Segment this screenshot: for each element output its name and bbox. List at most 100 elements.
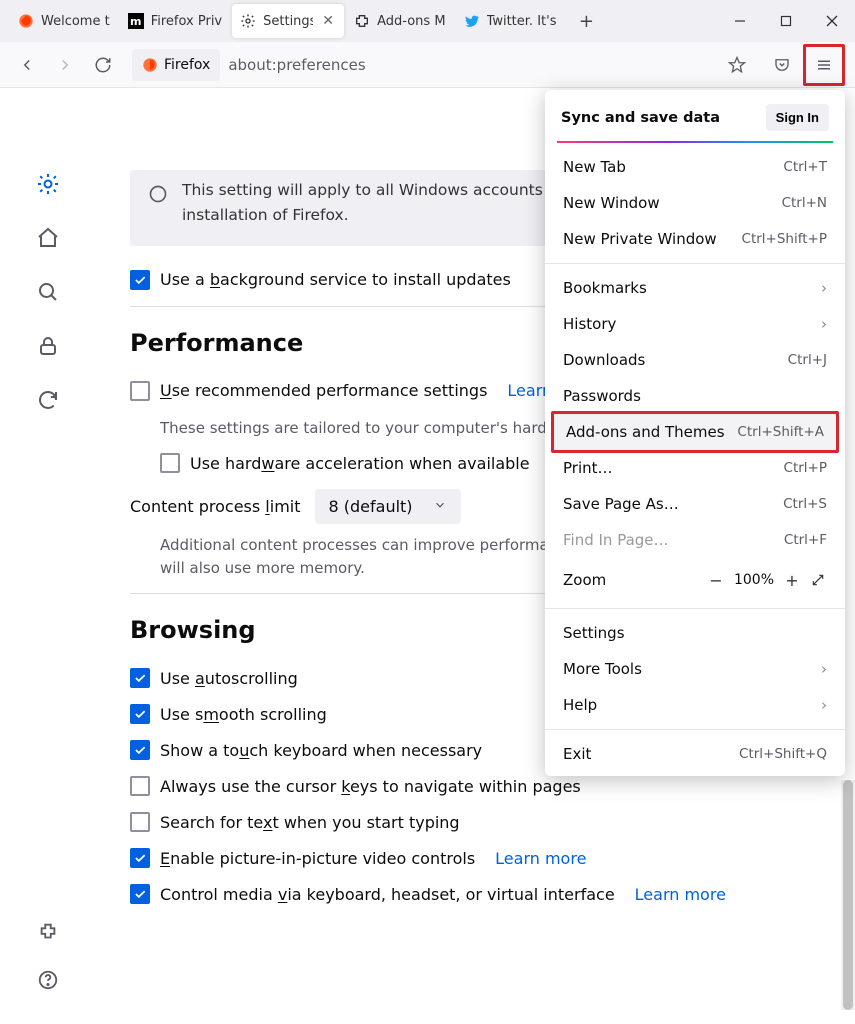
menu-more-tools[interactable]: More Tools› — [545, 651, 845, 687]
menu-separator — [545, 263, 845, 264]
menu-sync-header: Sync and save data Sign In — [545, 90, 845, 141]
reload-button[interactable] — [86, 48, 120, 82]
checkbox-checked-icon[interactable] — [130, 704, 150, 724]
cursor-keys-row[interactable]: Always use the cursor keys to navigate w… — [130, 776, 830, 796]
firefox-icon — [18, 13, 34, 29]
zoom-out-button[interactable]: − — [703, 567, 729, 593]
tab-label: Add-ons M — [377, 14, 445, 29]
menu-settings[interactable]: Settings — [545, 615, 845, 651]
hamburger-highlight — [803, 44, 845, 86]
pocket-button[interactable] — [765, 48, 799, 82]
help-nav-icon[interactable] — [34, 966, 62, 994]
general-nav-icon[interactable] — [34, 170, 62, 198]
checkbox-label: Search for text when you start typing — [160, 813, 460, 832]
menu-print[interactable]: Print…Ctrl+P — [545, 450, 845, 486]
extensions-nav-icon[interactable] — [34, 918, 62, 946]
bookmark-star-button[interactable] — [721, 49, 753, 81]
checkbox-label: Enable picture-in-picture video controls — [160, 849, 475, 868]
fullscreen-button[interactable] — [805, 567, 831, 593]
learn-more-link[interactable]: Learn more — [495, 849, 586, 868]
tab-label: Firefox Priv — [151, 14, 222, 29]
checkbox-label: Use a background service to install upda… — [160, 270, 511, 289]
menu-bookmarks[interactable]: Bookmarks› — [545, 270, 845, 306]
zoom-in-button[interactable]: + — [779, 567, 805, 593]
menu-new-window[interactable]: New WindowCtrl+N — [545, 185, 845, 221]
sign-in-button[interactable]: Sign In — [766, 104, 829, 131]
chevron-down-icon — [433, 497, 447, 516]
tab-addons[interactable]: Add-ons M — [346, 4, 453, 38]
privacy-nav-icon[interactable] — [34, 332, 62, 360]
checkbox-icon[interactable] — [130, 776, 150, 796]
site-icon: m — [128, 13, 144, 29]
new-tab-button[interactable]: + — [572, 7, 600, 35]
menu-find[interactable]: Find In Page…Ctrl+F — [545, 522, 845, 558]
firefox-icon — [142, 57, 158, 73]
app-menu-panel: Sync and save data Sign In New TabCtrl+T… — [545, 90, 845, 776]
close-window-button[interactable] — [809, 0, 855, 42]
checkbox-label: Control media via keyboard, headset, or … — [160, 885, 615, 904]
checkbox-icon[interactable] — [160, 453, 180, 473]
menu-separator — [545, 729, 845, 730]
tab-label: Settings — [263, 14, 313, 29]
learn-more-link[interactable]: Learn more — [635, 885, 726, 904]
tab-label: Welcome t — [41, 14, 110, 29]
sync-nav-icon[interactable] — [34, 386, 62, 414]
maximize-button[interactable] — [763, 0, 809, 42]
close-icon[interactable]: ✕ — [320, 13, 336, 29]
checkbox-checked-icon[interactable] — [130, 848, 150, 868]
checkbox-label: Use hardware acceleration when available — [190, 454, 530, 473]
scrollbar-thumb[interactable] — [843, 780, 853, 1010]
checkbox-label: Always use the cursor keys to navigate w… — [160, 777, 581, 796]
puzzle-icon — [354, 13, 370, 29]
identity-label: Firefox — [164, 57, 210, 73]
menu-new-private-window[interactable]: New Private WindowCtrl+Shift+P — [545, 221, 845, 257]
home-nav-icon[interactable] — [34, 224, 62, 252]
back-button[interactable] — [10, 48, 44, 82]
menu-passwords[interactable]: Passwords — [545, 378, 845, 414]
checkbox-checked-icon[interactable] — [130, 270, 150, 290]
tab-twitter[interactable]: Twitter. It's — [456, 4, 565, 38]
chevron-right-icon: › — [821, 315, 827, 333]
menu-addons-themes[interactable]: Add-ons and ThemesCtrl+Shift+A — [551, 411, 839, 453]
menu-help[interactable]: Help› — [545, 687, 845, 723]
menu-downloads[interactable]: DownloadsCtrl+J — [545, 342, 845, 378]
checkbox-icon[interactable] — [130, 812, 150, 832]
preferences-sidebar — [0, 170, 95, 414]
menu-history[interactable]: History› — [545, 306, 845, 342]
chevron-right-icon: › — [821, 279, 827, 297]
tab-label: Twitter. It's — [487, 14, 557, 29]
minimize-button[interactable] — [717, 0, 763, 42]
tab-welcome[interactable]: Welcome t — [10, 4, 118, 38]
tab-settings[interactable]: Settings ✕ — [232, 4, 344, 38]
menu-exit[interactable]: ExitCtrl+Shift+Q — [545, 736, 845, 772]
select-value: 8 (default) — [329, 497, 413, 516]
pip-row[interactable]: Enable picture-in-picture video controls… — [130, 848, 830, 868]
menu-save-as[interactable]: Save Page As…Ctrl+S — [545, 486, 845, 522]
chevron-right-icon: › — [821, 696, 827, 714]
address-text: about:preferences — [228, 56, 713, 74]
menu-zoom: Zoom − 100% + — [545, 558, 845, 602]
checkbox-label: Use autoscrolling — [160, 669, 298, 688]
twitter-icon — [464, 13, 480, 29]
media-control-row[interactable]: Control media via keyboard, headset, or … — [130, 884, 830, 904]
checkbox-checked-icon[interactable] — [130, 740, 150, 760]
forward-button[interactable] — [48, 48, 82, 82]
checkbox-icon[interactable] — [130, 381, 150, 401]
proc-limit-select[interactable]: 8 (default) — [315, 489, 461, 524]
info-icon — [148, 184, 168, 204]
urlbar[interactable]: Firefox about:preferences — [132, 48, 753, 82]
checkbox-checked-icon[interactable] — [130, 668, 150, 688]
url-identity[interactable]: Firefox — [132, 49, 220, 81]
tab-firefox-priv[interactable]: m Firefox Priv — [120, 4, 230, 38]
search-nav-icon[interactable] — [34, 278, 62, 306]
checkbox-label: Use recommended performance settings — [160, 381, 487, 400]
scrollbar[interactable] — [841, 780, 855, 1010]
proc-limit-label: Content process limit — [130, 497, 301, 516]
checkbox-checked-icon[interactable] — [130, 884, 150, 904]
app-menu-button[interactable] — [807, 48, 841, 82]
menu-new-tab[interactable]: New TabCtrl+T — [545, 149, 845, 185]
search-text-row[interactable]: Search for text when you start typing — [130, 812, 830, 832]
chevron-right-icon: › — [821, 660, 827, 678]
menu-gradient — [557, 141, 833, 143]
tab-strip: Welcome t m Firefox Priv Settings ✕ Add-… — [0, 0, 855, 42]
